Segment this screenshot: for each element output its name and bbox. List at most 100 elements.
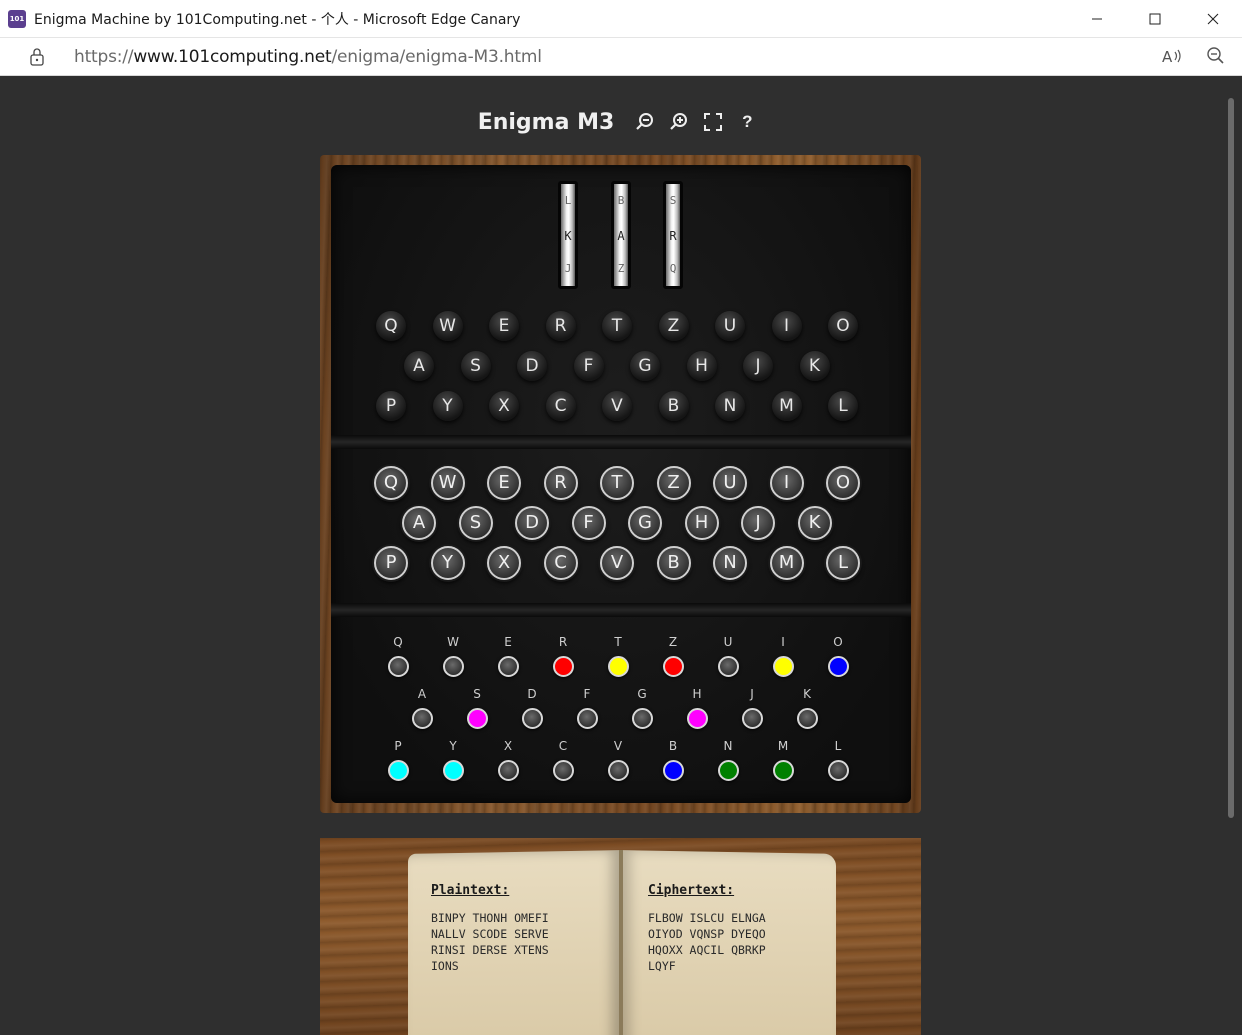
plug-label-y: Y	[449, 739, 457, 753]
lock-icon[interactable]	[28, 47, 46, 67]
key-i[interactable]: I	[769, 466, 804, 500]
book-area: Plaintext: BINPY THONH OMEFI NALLV SCODE…	[320, 838, 921, 1035]
key-l[interactable]: L	[826, 546, 860, 580]
key-o[interactable]: O	[826, 466, 860, 500]
plug-socket-l[interactable]	[827, 760, 849, 781]
lamp-j: J	[743, 351, 773, 381]
plug-socket-b[interactable]	[662, 760, 684, 781]
zoom-in-button[interactable]	[667, 110, 691, 134]
key-a[interactable]: A	[402, 506, 436, 540]
rotor-letter-next: J	[564, 262, 572, 275]
fullscreen-icon	[704, 113, 723, 131]
lamp-i: I	[771, 311, 802, 341]
key-q[interactable]: Q	[374, 466, 408, 500]
lamp-p: P	[376, 391, 406, 421]
lamp-f: F	[573, 351, 604, 381]
minimize-button[interactable]	[1068, 0, 1126, 38]
key-p[interactable]: P	[374, 546, 408, 580]
key-z[interactable]: Z	[656, 466, 691, 500]
key-g[interactable]: G	[628, 506, 662, 540]
key-c[interactable]: C	[543, 546, 578, 580]
plug-socket-m[interactable]	[772, 760, 794, 781]
key-b[interactable]: B	[656, 546, 691, 580]
plug-socket-r[interactable]	[552, 656, 574, 677]
key-n[interactable]: N	[713, 546, 747, 580]
plug-socket-t[interactable]	[607, 656, 629, 677]
key-v[interactable]: V	[600, 546, 634, 580]
page-scrollbar[interactable]	[1228, 98, 1234, 818]
rotor-3[interactable]: S R Q	[663, 181, 683, 289]
help-button[interactable]: ?	[735, 110, 759, 134]
plug-label-n: N	[723, 739, 733, 753]
plug-socket-z[interactable]	[662, 656, 684, 677]
plug-socket-w[interactable]	[442, 656, 464, 677]
zoom-out-button[interactable]	[633, 110, 657, 134]
plug-socket-q[interactable]	[387, 656, 409, 677]
key-s[interactable]: S	[458, 506, 493, 540]
plug-socket-i[interactable]	[772, 656, 794, 677]
key-m[interactable]: M	[769, 546, 804, 580]
plug-label-k: K	[803, 687, 811, 701]
plug-socket-v[interactable]	[607, 760, 629, 781]
key-u[interactable]: U	[713, 466, 747, 500]
key-y[interactable]: Y	[430, 546, 465, 580]
close-icon	[1207, 13, 1219, 25]
plug-socket-c[interactable]	[552, 760, 574, 781]
maximize-button[interactable]	[1126, 0, 1184, 38]
plug-socket-j[interactable]	[741, 708, 763, 729]
read-aloud-icon[interactable]: A	[1160, 46, 1182, 66]
plug-label-p: P	[394, 739, 402, 753]
key-d[interactable]: D	[515, 506, 549, 540]
lamp-l: L	[828, 391, 858, 421]
key-f[interactable]: F	[571, 506, 606, 540]
window-title: Enigma Machine by 101Computing.net - 个人 …	[34, 11, 521, 28]
close-button[interactable]	[1184, 0, 1242, 38]
plug-socket-k[interactable]	[796, 708, 818, 729]
url-scheme: https://	[74, 47, 134, 67]
plug-label-e: E	[504, 635, 512, 649]
lamp-y: Y	[432, 391, 463, 421]
plug-label-a: A	[417, 687, 427, 701]
plug-socket-d[interactable]	[521, 708, 543, 729]
plug-socket-s[interactable]	[466, 708, 488, 729]
lamp-a: A	[404, 351, 434, 381]
window-controls	[1068, 0, 1242, 38]
key-x[interactable]: X	[487, 546, 521, 580]
plug-socket-u[interactable]	[717, 656, 739, 677]
key-w[interactable]: W	[430, 466, 465, 500]
plug-socket-e[interactable]	[497, 656, 519, 677]
plug-socket-y[interactable]	[442, 760, 464, 781]
plug-label-x: X	[503, 739, 513, 753]
plug-socket-h[interactable]	[686, 708, 708, 729]
plug-socket-x[interactable]	[497, 760, 519, 781]
plug-socket-p[interactable]	[387, 760, 409, 781]
key-k[interactable]: K	[797, 506, 832, 540]
rotor-2[interactable]: B A Z	[611, 181, 631, 289]
plug-socket-g[interactable]	[631, 708, 653, 729]
plug-socket-f[interactable]	[576, 708, 598, 729]
lamp-s: S	[460, 351, 491, 381]
key-t[interactable]: T	[600, 466, 634, 500]
rotor-1[interactable]: L K J	[558, 181, 578, 289]
plug-socket-a[interactable]	[411, 708, 433, 729]
key-e[interactable]: E	[487, 466, 521, 500]
plug-socket-o[interactable]	[827, 656, 849, 677]
fullscreen-button[interactable]	[701, 110, 725, 134]
plug-socket-n[interactable]	[717, 760, 739, 781]
plug-label-t: T	[614, 635, 622, 649]
plug-label-u: U	[723, 635, 733, 649]
lamp-e: E	[489, 311, 519, 341]
lamp-z: Z	[658, 311, 689, 341]
zoom-out-icon[interactable]	[1206, 46, 1226, 66]
url-field[interactable]: https://www.101computing.net/enigma/enig…	[74, 47, 542, 67]
key-r[interactable]: R	[543, 466, 578, 500]
lamp-x: X	[489, 391, 519, 421]
page-viewport: Enigma M3 ? LKJBAZSRQ QWE R T Z U I O A …	[0, 76, 1242, 1035]
app-icon: 101	[8, 9, 26, 28]
lamp-w: W	[432, 311, 463, 341]
key-j[interactable]: J	[741, 506, 775, 540]
lamp-v: V	[602, 391, 632, 421]
plaintext-output: BINPY THONH OMEFI NALLV SCODE SERVE RINS…	[431, 911, 549, 973]
lamp-q: Q	[376, 311, 406, 341]
key-h[interactable]: H	[684, 506, 719, 540]
